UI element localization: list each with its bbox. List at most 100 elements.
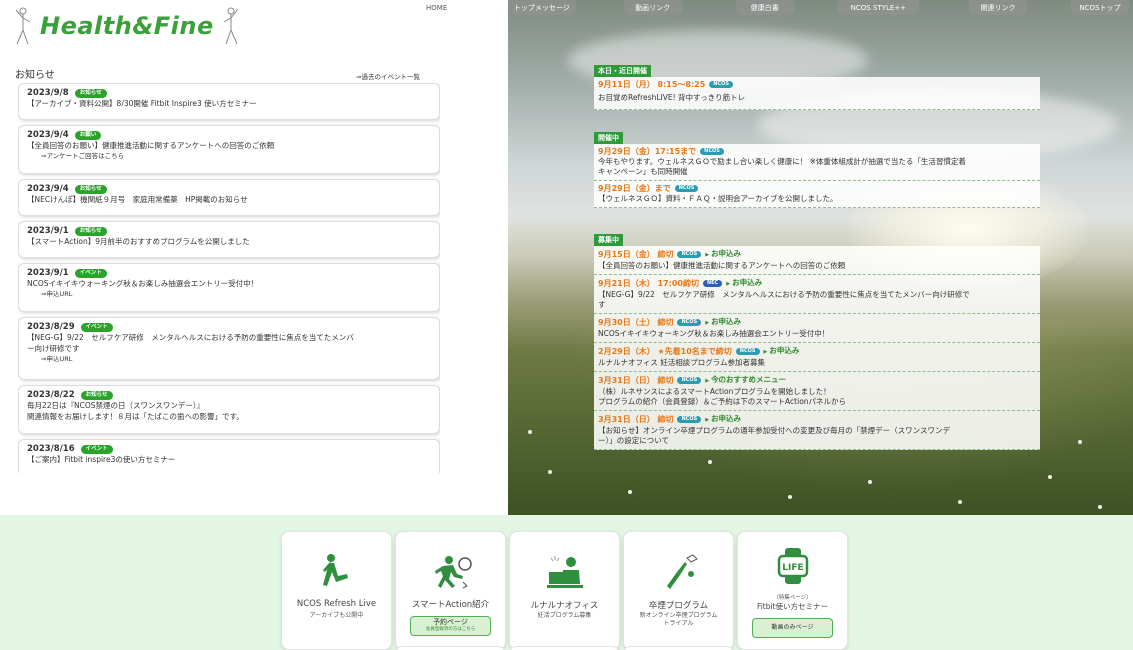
notice-text-cont[interactable]: ー向け研修です [27,343,431,354]
nav-video-links[interactable]: 動画リンク [623,0,682,15]
notice-text[interactable]: 毎月22日は『NCOS禁煙の日（スワンスワンデー）』 [27,400,431,411]
recommended-menu-link[interactable]: 今のおすすめメニュー [705,374,786,387]
ncos-tag: NCOS [735,348,760,355]
video-only-page-button[interactable]: 動画のみページ [752,618,833,638]
notice-badge: イベント [80,322,113,332]
event-entry[interactable]: 2月29日（木） ★先着10名まで締切NCOS お申込み ルナルナオフィス 妊活相… [594,343,1040,372]
tile-title: 卒煙プログラム [648,601,709,611]
event-body[interactable]: 【NEG-G】9/22 セルフケア研修 メンタルヘルスにおける予防の重要性に焦点… [598,290,1036,300]
event-body[interactable]: （株）ルネサンスによるスマートActionプログラムを開始しました！ [598,387,1036,397]
notice-card[interactable]: 2023/8/22 お知らせ 毎月22日は『NCOS禁煙の日（スワンスワンデー）』… [18,385,440,434]
notice-card[interactable]: 2023/9/4 お願い 【全員回答のお願い】健康推進活動に関するアンケートへの回… [18,125,440,174]
apply-link[interactable]: お申込み [726,277,762,290]
video-button-label: 動画のみページ [771,624,814,631]
nav-ncos-top[interactable]: NCOSトップ [1070,0,1129,15]
event-body[interactable]: NCOSイキイキウォーキング秋＆お楽しみ抽選会エントリー受付中！ [598,329,1036,339]
apply-link[interactable]: お申込み [705,413,741,426]
left-figure-icon [12,6,34,46]
stretch-person-icon [282,552,391,592]
notice-text[interactable]: 【アーカイブ・資料公開】8/30開催 Fitbit Inspire3 使い方セミ… [27,98,431,109]
event-body[interactable]: ルナルナオフィス 妊活相談プログラム参加者募集 [598,358,1036,368]
notice-date: 2023/9/4 [27,130,69,140]
nav-health-whitepaper[interactable]: 健康白書 [735,0,794,15]
nav-related-links[interactable]: 関連リンク [968,0,1027,15]
event-entry[interactable]: 3月31日（日） 締切NCOS今のおすすめメニュー （株）ルネサンスによるスマー… [594,372,1040,411]
apply-link[interactable]: お申込み [764,345,799,358]
event-entry[interactable]: 9月29日（金）17:15まで NCOS 今年もやります。ウェルネスＧＯで励まし合… [594,144,1040,181]
tile-stub [509,646,620,650]
quick-links-area: NCOS Refresh Live アーカイブも公開中 スマートAction紹介… [0,515,1133,650]
past-events-link[interactable]: ⇒過去のイベント一覧 [356,71,420,81]
flower-dot [1098,505,1102,509]
flower-dot [868,480,872,484]
tile-quit-smoking[interactable]: 卒煙プログラム 新オンライン卒煙プログラム トライアル [623,531,734,650]
notice-date: 2023/9/1 [27,226,69,236]
notice-text[interactable]: 【スマートAction】9月前半のおすすめプログラムを公開しました [27,236,431,247]
reservation-page-button[interactable]: 予約ページ 会員登録済の方はこちら [410,616,491,636]
event-body[interactable]: 【ウェルネスＧＯ】資料・ＦＡＱ・説明会アーカイブを公開しました。 [598,194,1036,204]
event-body[interactable]: 【全員回答のお願い】健康推進活動に関するアンケートへの回答のご依頼 [598,261,1036,271]
notice-badge: お知らせ [74,88,107,98]
tile-refresh-live[interactable]: NCOS Refresh Live アーカイブも公開中 [281,531,392,650]
notice-text-cont[interactable]: 関連情報をお届けします！８月は「たばこの歯への影響」です。 [27,411,431,422]
event-body-cont[interactable]: プログラムの紹介（会員登録）＆ご予約は下のスマートActionパネルから [598,397,1036,407]
tile-title: Fitbit使い方セミナー [756,602,829,611]
tile-subtitle: アーカイブも公開中 [309,612,364,619]
event-date: 9月30日（土） 締切 [598,318,674,327]
notice-text[interactable]: 【NECけんぽ】機関紙９月号 家庭用常備薬 HP掲載のお知らせ [27,194,431,205]
notice-date: 2023/8/29 [27,322,75,332]
notice-card[interactable]: 2023/8/29 イベント 【NEG-G】9/22 セルフケア研修 メンタルヘル… [18,317,440,380]
event-entry[interactable]: 9月29日（金）まで NCOS 【ウェルネスＧＯ】資料・ＦＡＱ・説明会アーカイブを… [594,181,1040,208]
event-entry[interactable]: 3月31日（日） 締切NCOSお申込み 【お知らせ】オンライン卒煙プログラムの通… [594,411,1040,450]
notice-text[interactable]: 【ご案内】Fitbit inspire3の使い方セミナー [27,454,431,465]
recruiting-section: 募集中 9月15日（金） 締切NCOSお申込み 【全員回答のお願い】健康推進活動… [594,227,1040,450]
nav-ncos-style[interactable]: NCOS STYLE++ [837,0,919,15]
event-body-cont[interactable]: ー）」の設定について [598,436,1036,446]
tile-subtitle: 新オンライン卒煙プログラム [639,612,718,619]
flower-dot [628,490,632,494]
notice-date: 2023/9/8 [27,88,69,98]
notice-card[interactable]: 2023/9/1 イベント NCOSイキイキウォーキング秋＆お楽しみ抽選会エントリ… [18,263,440,312]
event-date: 2月29日（木） ★先着10名まで締切 [598,347,732,356]
home-link[interactable]: HOME [426,4,447,12]
notice-card[interactable]: 2023/9/8 お知らせ 【アーカイブ・資料公開】8/30開催 Fitbit I… [18,83,440,120]
notice-text[interactable]: 【全員回答のお願い】健康推進活動に関するアンケートへの回答のご依頼 [27,140,431,151]
ongoing-label: 開催中 [594,132,623,144]
notice-card[interactable]: 2023/8/16 イベント 【ご案内】Fitbit inspire3の使い方セミ… [18,439,440,473]
fitbit-life-icon: LIFE [738,546,847,586]
event-entry[interactable]: 9月11日（月） 8:15～8:25 NCOS お目覚めRefreshLIVE! … [594,77,1040,110]
tile-luna-office[interactable]: ルナルナオフィス 妊活プログラム募集 [509,531,620,650]
apply-url-link[interactable]: ⇒申込URL [27,354,431,364]
event-entry[interactable]: 9月15日（金） 締切NCOSお申込み 【全員回答のお願い】健康推進活動に関する… [594,246,1040,275]
event-body[interactable]: 【お知らせ】オンライン卒煙プログラムの通年参加受付への変更及び毎月の「禁煙デー（… [598,426,1036,436]
event-date: 9月29日（金）17:15まで [598,147,697,156]
tile-fitbit-seminar[interactable]: LIFE （特集ページ） Fitbit使い方セミナー 動画のみページ [737,531,848,650]
tile-smart-action[interactable]: スマートAction紹介 予約ページ 会員登録済の方はこちら [395,531,506,650]
event-body[interactable]: お目覚めRefreshLIVE! 背中すっきり筋トレ [598,93,1036,103]
notice-card[interactable]: 2023/9/1 お知らせ 【スマートAction】9月前半のおすすめプログラムを… [18,221,440,258]
flower-dot [958,500,962,504]
notice-card[interactable]: 2023/9/4 お知らせ 【NECけんぽ】機関紙９月号 家庭用常備薬 HP掲載の… [18,179,440,216]
event-date: 9月11日（月） 8:15～8:25 [598,80,706,89]
event-body-cont[interactable]: す [598,300,1036,310]
tile-title: ルナルナオフィス [530,601,599,611]
event-entry[interactable]: 9月30日（土） 締切NCOSお申込み NCOSイキイキウォーキング秋＆お楽しみ… [594,314,1040,343]
apply-link[interactable]: お申込み [705,248,741,261]
notice-date: 2023/9/1 [27,268,69,278]
notice-text[interactable]: NCOSイキイキウォーキング秋＆お楽しみ抽選会エントリー受付中！ [27,278,431,289]
event-body-cont[interactable]: キャンペーン」も同時開催 [598,167,1036,177]
apply-url-link[interactable]: ⇒申込URL [27,289,431,299]
notice-text[interactable]: 【NEG-G】9/22 セルフケア研修 メンタルヘルスにおける予防の重要性に焦点… [27,332,431,343]
today-label: 本日・近日開催 [594,65,651,77]
tile-feature-note: （特集ページ） [773,595,812,601]
logo[interactable]: Health&Fine [12,4,242,48]
nav-top-message[interactable]: トップメッセージ [508,0,576,15]
notice-badge: お知らせ [80,390,113,400]
event-body[interactable]: 今年もやります。ウェルネスＧＯで励まし合い楽しく健康に！ ※体重体組成計が抽選で… [598,157,1036,167]
ncos-tag: NCOS [700,148,724,155]
event-date: 3月31日（日） 締切 [598,376,674,385]
survey-link[interactable]: ⇒アンケートご回答はこちら [27,151,431,161]
event-entry[interactable]: 9月21日（木） 17:00締切NECお申込み 【NEG-G】9/22 セルフケ… [594,275,1040,314]
notice-badge: お知らせ [74,226,107,236]
apply-link[interactable]: お申込み [705,316,741,329]
